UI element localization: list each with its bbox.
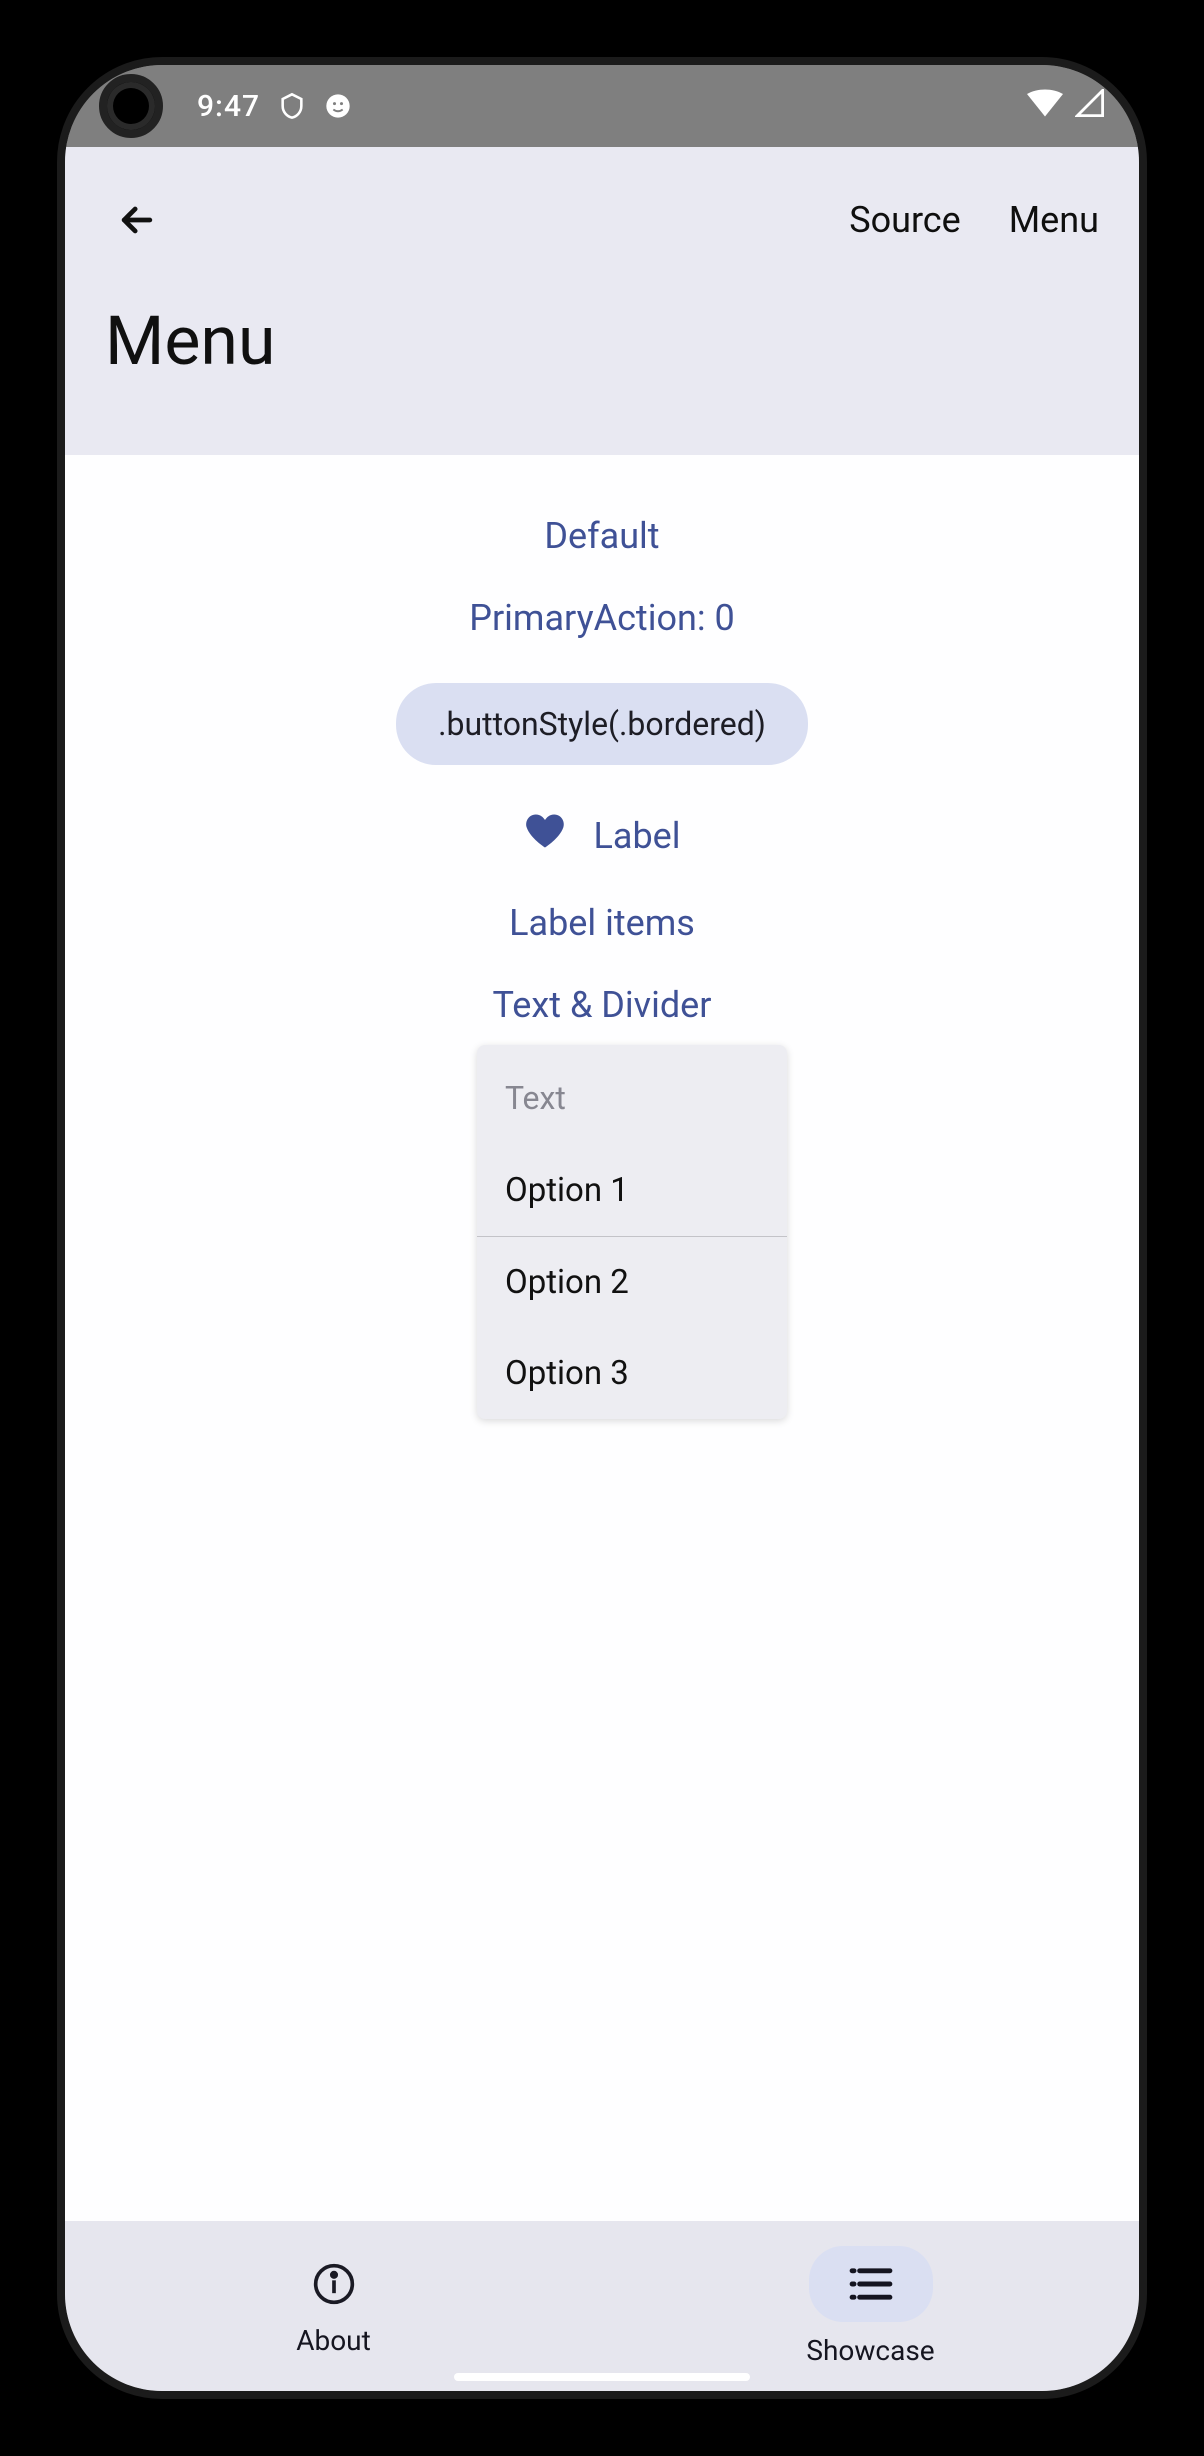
menu-item-default[interactable]: Default bbox=[544, 515, 659, 557]
face-icon bbox=[324, 92, 352, 120]
info-icon bbox=[306, 2256, 362, 2312]
menu-item-bordered[interactable]: .buttonStyle(.bordered) bbox=[396, 683, 808, 765]
camera-cutout bbox=[99, 74, 163, 138]
menu-item-text-divider[interactable]: Text & Divider bbox=[493, 984, 712, 1026]
tab-about[interactable]: About bbox=[65, 2221, 602, 2391]
header-action-source[interactable]: Source bbox=[849, 199, 961, 241]
dropdown-popup: Text Option 1 Option 2 Option 3 bbox=[477, 1045, 787, 1419]
content-area: Default PrimaryAction: 0 .buttonStyle(.b… bbox=[65, 455, 1139, 2221]
tab-showcase[interactable]: Showcase bbox=[602, 2221, 1139, 2391]
list-icon bbox=[843, 2256, 899, 2312]
popup-header: Text bbox=[477, 1045, 787, 1145]
tab-showcase-label: Showcase bbox=[806, 2334, 934, 2367]
back-button[interactable] bbox=[105, 188, 169, 252]
app-header: Source Menu Menu bbox=[65, 147, 1139, 455]
arrow-left-icon bbox=[115, 198, 159, 242]
tab-about-label: About bbox=[296, 2324, 371, 2357]
bottom-tab-bar: About Showcase bbox=[65, 2221, 1139, 2391]
menu-item-label[interactable]: Label bbox=[523, 809, 680, 862]
status-bar: 9:47 bbox=[65, 65, 1139, 147]
header-action-menu[interactable]: Menu bbox=[1009, 199, 1099, 241]
shield-icon bbox=[278, 91, 306, 121]
popup-option-3[interactable]: Option 3 bbox=[477, 1328, 787, 1419]
page-title: Menu bbox=[105, 301, 1099, 381]
popup-option-1[interactable]: Option 1 bbox=[477, 1145, 787, 1236]
popup-option-2[interactable]: Option 2 bbox=[477, 1237, 787, 1328]
status-time: 9:47 bbox=[197, 89, 260, 124]
cell-signal-icon bbox=[1075, 89, 1105, 124]
nav-handle[interactable] bbox=[454, 2373, 750, 2381]
heart-icon bbox=[523, 809, 567, 862]
menu-item-label-text: Label bbox=[593, 815, 680, 857]
wifi-icon bbox=[1027, 89, 1063, 124]
menu-item-primary-action[interactable]: PrimaryAction: 0 bbox=[469, 597, 735, 639]
menu-item-label-items[interactable]: Label items bbox=[509, 902, 695, 944]
